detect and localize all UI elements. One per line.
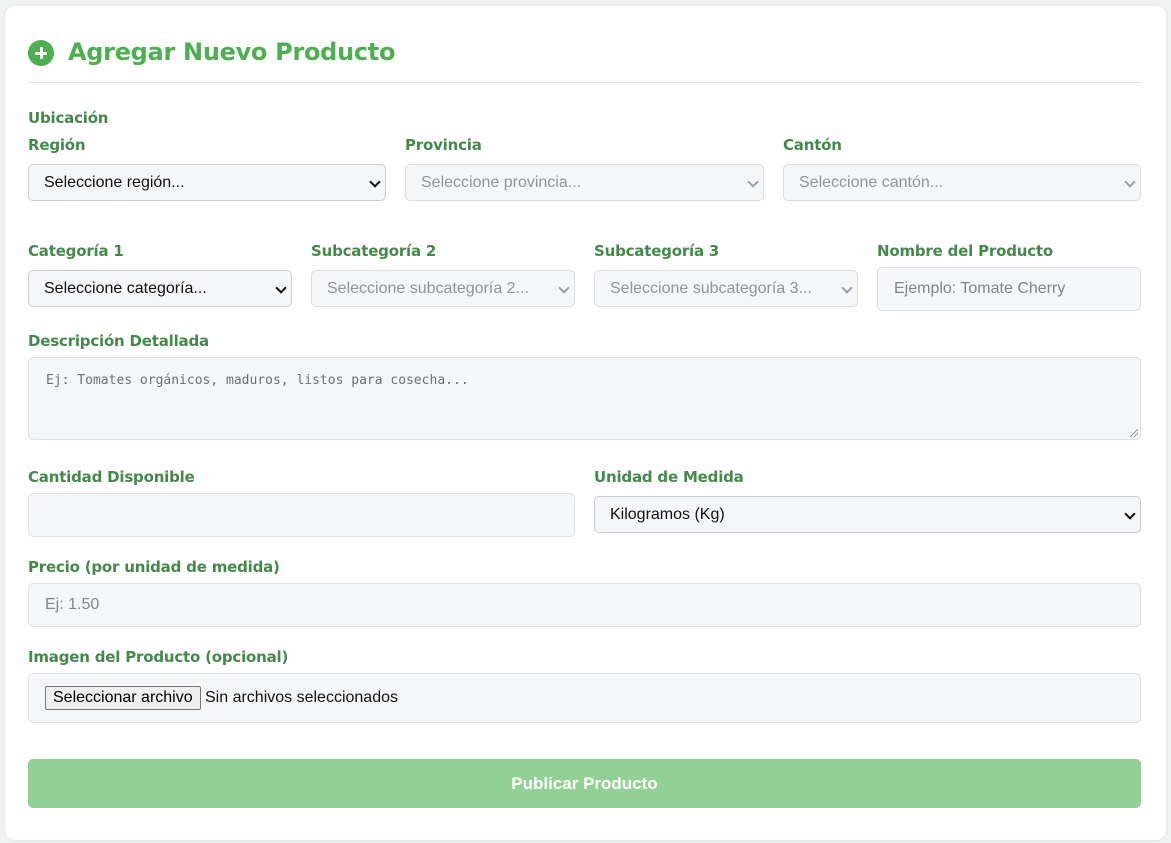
chevron-down-icon xyxy=(1124,508,1136,520)
form-header: Agregar Nuevo Producto xyxy=(28,36,1141,83)
publish-button[interactable]: Publicar Producto xyxy=(28,759,1141,808)
description-label: Descripción Detallada xyxy=(28,332,209,350)
page-title: Agregar Nuevo Producto xyxy=(68,38,396,66)
subcategory3-label: Subcategoría 3 xyxy=(594,242,720,260)
price-input[interactable]: Ej: 1.50 xyxy=(28,583,1141,627)
subcategory3-select-value: Seleccione subcategoría 3... xyxy=(610,280,812,297)
unit-label: Unidad de Medida xyxy=(594,468,744,486)
category1-label: Categoría 1 xyxy=(28,242,124,260)
chevron-down-icon xyxy=(1124,176,1136,188)
product-form-card: Agregar Nuevo Producto Ubicación Región … xyxy=(5,6,1166,840)
quantity-input[interactable] xyxy=(28,493,575,537)
region-label: Región xyxy=(28,136,86,154)
province-label: Provincia xyxy=(405,136,482,154)
image-file-input[interactable]: Seleccionar archivo Sin archivos selecci… xyxy=(28,673,1141,723)
price-label: Precio (por unidad de medida) xyxy=(28,558,280,576)
chevron-down-icon xyxy=(747,176,759,188)
file-status-text: Sin archivos seleccionados xyxy=(205,689,398,706)
category1-select[interactable]: Seleccione categoría... xyxy=(28,270,292,307)
subcategory3-select[interactable]: Seleccione subcategoría 3... xyxy=(594,270,858,307)
plus-circle-icon xyxy=(28,40,54,66)
canton-label: Cantón xyxy=(783,136,842,154)
choose-file-button[interactable]: Seleccionar archivo xyxy=(45,686,201,710)
product-name-input[interactable]: Ejemplo: Tomate Cherry xyxy=(877,267,1141,311)
chevron-down-icon xyxy=(558,282,570,294)
canton-select[interactable]: Seleccione cantón... xyxy=(783,164,1141,201)
chevron-down-icon xyxy=(275,282,287,294)
description-textarea[interactable]: Ej: Tomates orgánicos, maduros, listos p… xyxy=(28,357,1141,440)
quantity-label: Cantidad Disponible xyxy=(28,468,195,486)
location-section-label: Ubicación xyxy=(28,109,109,127)
price-placeholder: Ej: 1.50 xyxy=(45,596,100,613)
category1-select-value: Seleccione categoría... xyxy=(44,280,207,297)
region-select-value: Seleccione región... xyxy=(44,174,185,191)
product-name-label: Nombre del Producto xyxy=(877,242,1053,260)
canton-select-value: Seleccione cantón... xyxy=(799,174,944,191)
unit-select-value: Kilogramos (Kg) xyxy=(610,506,725,523)
chevron-down-icon xyxy=(369,176,381,188)
subcategory2-label: Subcategoría 2 xyxy=(311,242,437,260)
region-select[interactable]: Seleccione región... xyxy=(28,164,386,201)
subcategory2-select-value: Seleccione subcategoría 2... xyxy=(327,280,529,297)
description-placeholder: Ej: Tomates orgánicos, maduros, listos p… xyxy=(46,373,469,388)
unit-select[interactable]: Kilogramos (Kg) xyxy=(594,496,1141,533)
province-select[interactable]: Seleccione provincia... xyxy=(405,164,764,201)
product-name-placeholder: Ejemplo: Tomate Cherry xyxy=(894,280,1066,297)
province-select-value: Seleccione provincia... xyxy=(421,174,582,191)
image-label: Imagen del Producto (opcional) xyxy=(28,648,289,666)
chevron-down-icon xyxy=(841,282,853,294)
subcategory2-select[interactable]: Seleccione subcategoría 2... xyxy=(311,270,575,307)
resize-grip-icon[interactable] xyxy=(1130,429,1138,437)
